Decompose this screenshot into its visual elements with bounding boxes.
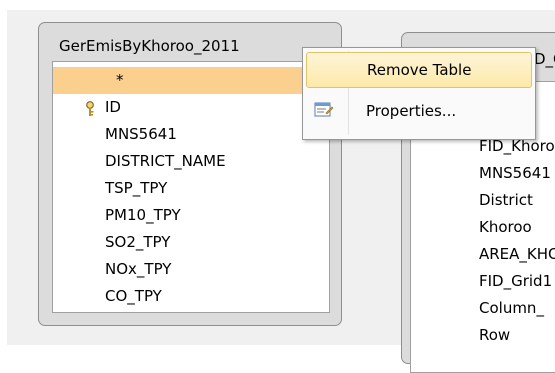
field-item-all[interactable]: * [53,67,329,94]
field-item[interactable]: NOx_TPY [53,256,329,283]
field-item[interactable]: CO_TPY [53,283,329,310]
field-item[interactable]: TSP_TPY [53,175,329,202]
field-item[interactable]: MNS5641 [53,121,329,148]
table-window-left[interactable]: GerEmisByKhoroo_2011 * ID MNS5641 DISTRI… [38,22,342,326]
field-list-left[interactable]: * ID MNS5641 DISTRICT_NAME TSP_TPY PM10_… [52,61,330,313]
field-item[interactable]: SO2_TPY [53,229,329,256]
context-menu: Remove Table Properties... [302,47,536,140]
field-item[interactable]: PM10_TPY [53,202,329,229]
table-title-right: D_C [534,50,555,68]
canvas-left-edge [0,0,7,345]
canvas-top-edge [0,0,555,10]
properties-menu-item[interactable]: Properties... [306,94,532,128]
field-item-id[interactable]: ID [53,94,329,121]
field-item[interactable]: DISTRICT_NAME [53,148,329,175]
table-title-left: GerEmisByKhoroo_2011 [59,37,240,55]
properties-icon [314,101,334,123]
remove-table-menu-item[interactable]: Remove Table [306,52,532,88]
